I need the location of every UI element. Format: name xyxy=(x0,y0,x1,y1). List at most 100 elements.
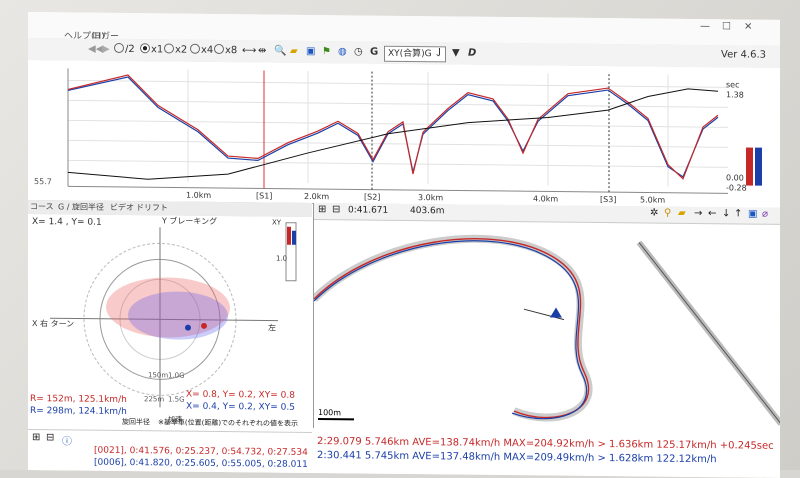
xy-readout: X= 1.4 , Y= 0.1 xyxy=(32,217,102,228)
radio-checked-icon xyxy=(140,43,150,53)
distance-tick: 1.0km xyxy=(186,191,211,200)
g-legend-red: X= 0.8, Y= 0.2, XY= 0.8 xyxy=(186,390,295,401)
arrow-right-icon[interactable]: → xyxy=(694,208,702,219)
red-lap-swatch xyxy=(746,148,753,186)
search-icon[interactable]: 🔍 xyxy=(274,45,286,59)
y-axis-label: Y ブレーキング xyxy=(161,215,217,226)
blue-lap-swatch xyxy=(755,148,762,186)
search-icon[interactable]: ⚲ xyxy=(664,208,671,219)
position-marker-icon xyxy=(550,307,562,317)
speed-radio-x4[interactable]: x4 xyxy=(190,44,213,58)
tab-drift[interactable]: ドリフト xyxy=(136,202,168,213)
sec-mid-label: 0.00 xyxy=(726,173,744,182)
text-cursor-icon[interactable]: Ⅰ xyxy=(438,46,441,60)
zoom-in-icon[interactable]: ⊞ xyxy=(318,204,326,215)
save-icon[interactable]: ▣ xyxy=(306,45,315,59)
speed-trace-blue xyxy=(68,76,718,177)
xy-bar-blue xyxy=(292,231,296,245)
scale-1g-label: 1.0 xyxy=(276,255,287,263)
g-note: ※基準車(位置(距離)でのそれぞれの値を表示 xyxy=(158,417,298,428)
marker-down-icon[interactable]: ▼ xyxy=(452,46,460,60)
radius-red: R= 152m, 125.1km/h xyxy=(30,394,127,405)
speed-radio-x8[interactable]: x8 xyxy=(214,44,237,58)
speed-label: x8 xyxy=(225,45,237,56)
y-left-label: 55.7 xyxy=(34,177,52,186)
speed-radio-x2[interactable]: x2 xyxy=(164,43,187,57)
tab-video[interactable]: ビデオ xyxy=(110,202,134,213)
distance-tick: 4.0km xyxy=(533,194,558,203)
tab-course[interactable]: コース xyxy=(30,201,54,212)
track-map-svg[interactable]: 100m xyxy=(314,219,780,433)
g-icon[interactable]: G xyxy=(370,46,378,60)
distance-tick: 2.0km xyxy=(304,192,329,201)
expand-h-icon[interactable]: ⟷ xyxy=(242,44,256,58)
course-map-panel: ⊞ ⊟ 0:41.671 403.6m ✲ ⚲ ▰ → ← ↓ ↑ ▣ ⌀ 10… xyxy=(313,203,780,433)
play-icon[interactable]: ▶ xyxy=(102,43,110,57)
sector-label: [S1] xyxy=(256,191,272,200)
arrow-up-icon[interactable]: ↑ xyxy=(734,208,742,219)
scale-label: 100m xyxy=(318,408,341,417)
shrink-h-icon[interactable]: ⇹ xyxy=(258,44,266,58)
save-icon[interactable]: ▣ xyxy=(748,209,757,220)
track-outline xyxy=(314,237,589,418)
ring-label: 150m xyxy=(148,371,168,379)
eraser-icon[interactable]: ⌀ xyxy=(762,209,768,220)
radio-icon xyxy=(114,43,124,53)
lap-info-panel: 2:29.079 5.746km AVE=138.74km/h MAX=204.… xyxy=(313,428,780,478)
track-line-red xyxy=(314,237,589,418)
globe-icon[interactable]: ◍ xyxy=(338,45,347,59)
lap-chart-svg: 55.7 sec 1.38 0.00 -0.28 1.0km 2.0km 3.0… xyxy=(28,60,780,208)
mode-select[interactable]: XY(合算)G ⌄ xyxy=(384,46,446,63)
info-icon[interactable]: ⓘ xyxy=(62,432,72,447)
app-window: ヘルプ(H) ロガー — ☐ ✕ ◀◀ ▶ /2 x1 x2 x4 x8 ⟷ ⇹… xyxy=(28,12,780,478)
ring-label: 225m xyxy=(144,395,164,403)
radio-icon xyxy=(214,44,224,54)
map-time: 0:41.671 xyxy=(348,205,388,215)
g-force-panel: X= 1.4 , Y= 0.1 Y ブレーキング X 右 ターン 左 XY 1.… xyxy=(28,214,312,432)
arrow-left-icon[interactable]: ← xyxy=(708,208,716,219)
sector-label: [S2] xyxy=(364,193,380,202)
expand-icon[interactable]: ⊞ xyxy=(32,432,40,443)
zoom-out-icon[interactable]: ⊟ xyxy=(332,204,340,215)
settings-icon[interactable]: ✲ xyxy=(650,208,658,219)
clock-icon[interactable]: ◷ xyxy=(354,45,363,59)
folder-icon[interactable]: ▰ xyxy=(290,45,298,59)
radius-label: 旋回半径 xyxy=(122,417,150,427)
flag-icon[interactable]: ⚑ xyxy=(322,45,331,59)
d-icon[interactable]: D xyxy=(468,47,476,61)
radio-icon xyxy=(164,43,174,53)
time-diff-trace xyxy=(68,82,718,185)
tab-g-radius[interactable]: G / 旋回半径 xyxy=(58,201,104,212)
xy-bar-red xyxy=(287,227,291,245)
collapse-icon[interactable]: ⊟ xyxy=(46,432,54,443)
distance-tick: 3.0km xyxy=(418,193,443,202)
lap-info-blue: 2:30.441 5.745km AVE=137.48km/h MAX=209.… xyxy=(317,450,717,465)
sec-max-label: 1.38 xyxy=(726,90,744,99)
g-legend-blue: X= 0.4, Y= 0.2, XY= 0.5 xyxy=(186,402,295,413)
speed-radio-half[interactable]: /2 xyxy=(114,43,135,57)
ring-label: 1.5G xyxy=(168,395,185,403)
monitor-bezel: ヘルプ(H) ロガー — ☐ ✕ ◀◀ ▶ /2 x1 x2 x4 x8 ⟷ ⇹… xyxy=(0,0,800,470)
folder-icon[interactable]: ▰ xyxy=(678,208,686,219)
speed-label: /2 xyxy=(125,44,135,55)
map-distance: 403.6m xyxy=(410,206,445,216)
maximize-icon[interactable]: ☐ xyxy=(722,21,731,32)
mode-select-label: XY(合算)G xyxy=(388,49,432,59)
x-axis-label-right: 左 xyxy=(268,323,276,333)
sector-times-panel: ⊞ ⊟ ⓘ [0021], 0:41.576, 0:25.237, 0:54.7… xyxy=(28,429,312,474)
xy-box-label: XY xyxy=(272,219,282,227)
minimize-icon[interactable]: — xyxy=(700,21,710,32)
version-label: Ver 4.6.3 xyxy=(721,49,766,60)
arrow-down-icon[interactable]: ↓ xyxy=(722,208,730,219)
speed-radio-x1[interactable]: x1 xyxy=(140,43,163,57)
lap-comparison-chart[interactable]: 55.7 sec 1.38 0.00 -0.28 1.0km 2.0km 3.0… xyxy=(28,60,780,209)
ring-label: 1.0G xyxy=(168,371,185,379)
speed-label: x4 xyxy=(201,45,213,56)
close-icon[interactable]: ✕ xyxy=(744,21,752,32)
lap-info-red: 2:29.079 5.746km AVE=138.74km/h MAX=204.… xyxy=(317,436,774,452)
distance-tick: 5.0km xyxy=(640,195,665,204)
sec-min-label: -0.28 xyxy=(726,183,747,192)
sec-label: sec xyxy=(726,80,739,89)
sector-times-blue: [0006], 0:41.820, 0:25.605, 0:55.005, 0:… xyxy=(94,458,308,470)
sector-label: [S3] xyxy=(600,195,616,204)
